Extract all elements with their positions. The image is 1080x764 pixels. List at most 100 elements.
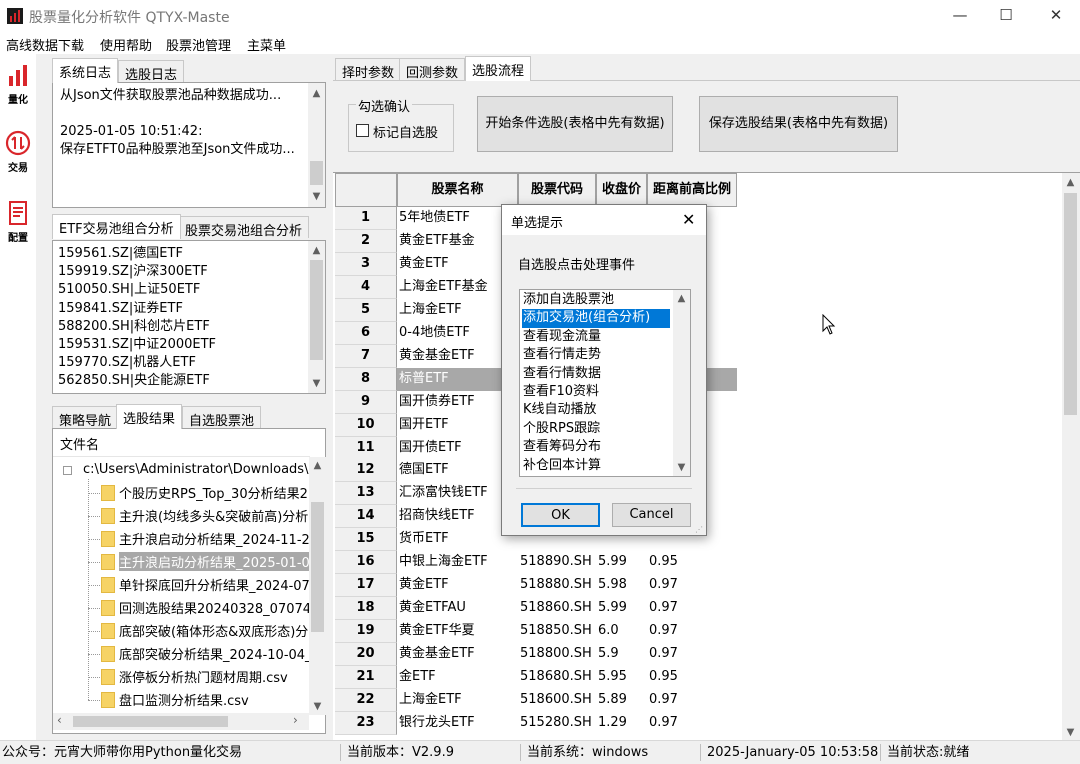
table-cell-price[interactable]: 5.99: [596, 597, 647, 620]
row-header[interactable]: 15: [335, 528, 397, 552]
system-log-box[interactable]: 从Json文件获取股票池品种数据成功... 2025-01-05 10:51:4…: [52, 82, 326, 208]
table-cell-name[interactable]: 银行龙头ETF: [397, 712, 518, 735]
pool-list-item[interactable]: 159561.SZ|德国ETF: [58, 245, 216, 263]
file-tree-item[interactable]: 底部突破(箱体形态&双底形态)分: [119, 621, 309, 640]
pool-list-item[interactable]: 159770.SZ|机器人ETF: [58, 354, 216, 372]
table-cell-code[interactable]: 518850.SH: [518, 620, 596, 643]
row-header[interactable]: 4: [335, 275, 397, 299]
menu-main[interactable]: 主菜单: [247, 35, 286, 54]
row-header[interactable]: 9: [335, 390, 397, 414]
table-cell-name[interactable]: 黄金ETFAU: [397, 597, 518, 620]
table-cell-price[interactable]: 5.95: [596, 666, 647, 689]
table-cell-price[interactable]: 5.89: [596, 689, 647, 712]
row-header[interactable]: 7: [335, 344, 397, 368]
sidebar-config-button[interactable]: 配置: [0, 200, 36, 248]
table-cell-name[interactable]: 黄金ETF: [397, 574, 518, 597]
tab-etf-pool[interactable]: ETF交易池组合分析: [52, 214, 181, 239]
file-tree-item[interactable]: 回测选股结果20240328_070749: [119, 598, 309, 617]
dialog-option[interactable]: 查看行情走势: [522, 346, 670, 364]
dialog-option[interactable]: 查看行情数据: [522, 365, 670, 383]
col-header-name[interactable]: 股票名称: [397, 173, 518, 207]
grid-vscroll[interactable]: ▲ ▼: [1062, 173, 1080, 741]
pool-list[interactable]: 159561.SZ|德国ETF 159919.SZ|沪深300ETF 510050.…: [52, 240, 326, 394]
tab-strategy-nav[interactable]: 策略导航: [52, 406, 119, 429]
table-cell-ratio[interactable]: 0.97: [647, 574, 737, 597]
chevron-down-icon[interactable]: ▼: [308, 188, 325, 205]
dialog-option[interactable]: 查看筹码分布: [522, 438, 670, 456]
dialog-option[interactable]: 查看F10资料: [522, 383, 670, 401]
tab-system-log[interactable]: 系统日志: [52, 58, 119, 83]
scroll-thumb[interactable]: [310, 161, 323, 185]
table-cell-price[interactable]: 5.9: [596, 643, 647, 666]
dialog-scrollbar[interactable]: ▲ ▼: [673, 290, 690, 476]
row-header[interactable]: 5: [335, 298, 397, 322]
col-header-price[interactable]: 收盘价: [596, 173, 647, 207]
table-cell-code[interactable]: 518800.SH: [518, 643, 596, 666]
table-cell-code[interactable]: 518890.SH: [518, 551, 596, 574]
close-button[interactable]: ✕: [1033, 0, 1079, 32]
row-header[interactable]: 22: [335, 688, 397, 712]
sidebar-trade-button[interactable]: 交易: [0, 130, 36, 178]
row-header[interactable]: 20: [335, 643, 397, 667]
scroll-thumb[interactable]: [1064, 193, 1077, 415]
scroll-thumb[interactable]: [73, 716, 228, 727]
chevron-left-icon[interactable]: ‹: [57, 713, 62, 727]
row-header[interactable]: 10: [335, 413, 397, 437]
dialog-ok-button[interactable]: OK: [521, 503, 600, 527]
tab-backtest-params[interactable]: 回测参数: [399, 58, 466, 81]
mark-watchlist-checkbox[interactable]: [356, 124, 369, 137]
table-cell-name[interactable]: 国开ETF: [397, 414, 518, 437]
file-tree-item[interactable]: 主升浪启动分析结果_2024-11-2: [119, 529, 309, 548]
row-header[interactable]: 14: [335, 505, 397, 529]
dialog-option[interactable]: 个股RPS跟踪: [522, 420, 670, 438]
menu-help[interactable]: 使用帮助: [100, 35, 152, 54]
row-header[interactable]: 16: [335, 551, 397, 575]
dialog-option[interactable]: 补仓回本计算: [522, 457, 670, 475]
scroll-thumb[interactable]: [310, 260, 323, 360]
chevron-down-icon[interactable]: ▼: [1062, 724, 1079, 741]
table-cell-name[interactable]: 上海金ETF: [397, 299, 518, 322]
tab-timing-params[interactable]: 择时参数: [335, 58, 402, 81]
table-cell-ratio[interactable]: 0.95: [647, 551, 737, 574]
scroll-thumb[interactable]: [311, 502, 324, 632]
sidebar-quant-button[interactable]: 量化: [0, 64, 36, 112]
table-cell-name[interactable]: 国开债券ETF: [397, 391, 518, 414]
table-cell-name[interactable]: 上海金ETF基金: [397, 276, 518, 299]
row-header[interactable]: 6: [335, 321, 397, 345]
row-header[interactable]: 8: [335, 367, 397, 391]
pool-list-item[interactable]: 159841.SZ|证券ETF: [58, 300, 216, 318]
pool-list-item[interactable]: 159531.SZ|中证2000ETF: [58, 336, 216, 354]
row-header[interactable]: 18: [335, 597, 397, 621]
chevron-right-icon[interactable]: ›: [293, 713, 298, 727]
row-header[interactable]: 23: [335, 711, 397, 735]
table-cell-name[interactable]: 黄金ETF: [397, 253, 518, 276]
table-cell-price[interactable]: 6.0: [596, 620, 647, 643]
file-tree-item[interactable]: 主升浪(均线多头&突破前高)分析: [119, 506, 309, 525]
row-header[interactable]: 13: [335, 482, 397, 506]
col-header-code[interactable]: 股票代码: [518, 173, 596, 207]
chevron-up-icon[interactable]: ▲: [308, 85, 325, 102]
row-header[interactable]: 2: [335, 229, 397, 253]
pool-list-item[interactable]: 510050.SH|上证50ETF: [58, 281, 216, 299]
table-cell-name[interactable]: 标普ETF: [397, 368, 518, 391]
file-tree-item[interactable]: 涨停板分析热门题材周期.csv: [119, 667, 309, 686]
tab-selection-log[interactable]: 选股日志: [118, 60, 185, 83]
table-cell-ratio[interactable]: 0.97: [647, 597, 737, 620]
row-header[interactable]: 11: [335, 436, 397, 460]
table-cell-code[interactable]: 515280.SH: [518, 712, 596, 735]
dialog-options-list[interactable]: 添加自选股票池 添加交易池(组合分析) 查看现金流量 查看行情走势 查看行情数据 查看F1…: [519, 289, 691, 477]
dialog-close-icon[interactable]: ✕: [682, 210, 695, 229]
file-tree-item[interactable]: 单针探底回升分析结果_2024-07: [119, 575, 309, 594]
table-cell-name[interactable]: 黄金ETF基金: [397, 230, 518, 253]
resize-grip-icon[interactable]: ⋰: [695, 525, 703, 534]
table-cell-name[interactable]: 中银上海金ETF: [397, 551, 518, 574]
minimize-button[interactable]: —: [937, 0, 983, 32]
chevron-down-icon[interactable]: ▼: [673, 459, 690, 476]
save-results-button[interactable]: 保存选股结果(表格中先有数据): [699, 96, 898, 152]
tree-hscroll[interactable]: ‹ ›: [53, 713, 309, 730]
file-tree-item[interactable]: 主升浪启动分析结果_2025-01-0: [119, 552, 309, 571]
table-cell-name[interactable]: 德国ETF: [397, 459, 518, 482]
chevron-down-icon[interactable]: ▼: [308, 375, 325, 392]
dialog-option[interactable]: 添加自选股票池: [522, 291, 670, 309]
maximize-button[interactable]: ☐: [983, 0, 1029, 32]
